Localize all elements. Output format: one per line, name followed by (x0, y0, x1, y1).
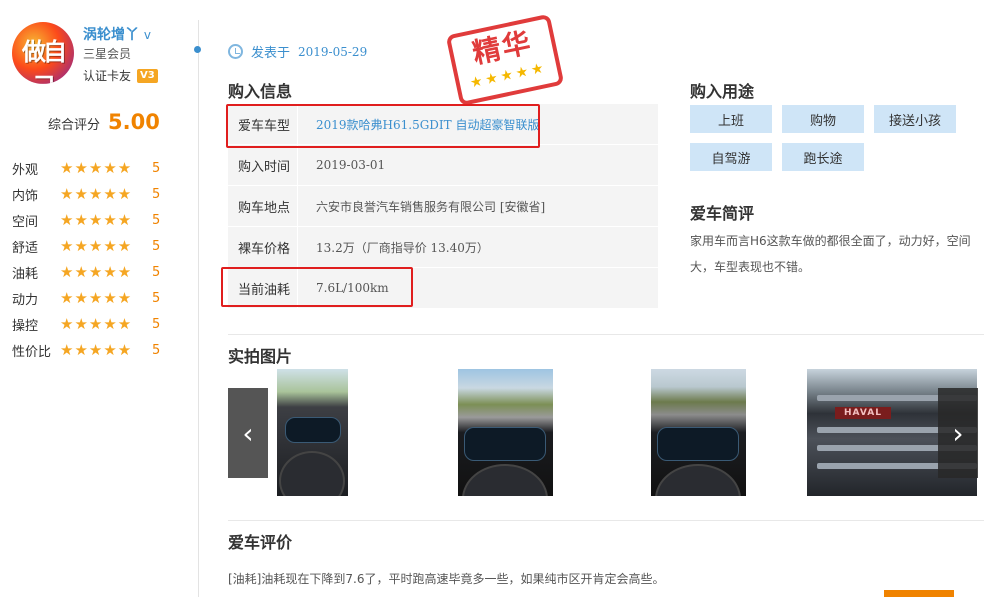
rating-value: 5 (152, 238, 161, 254)
star-icon: ★★★★★ (60, 315, 133, 333)
avatar-text: 做自己 (22, 37, 67, 84)
rating-value: 5 (152, 212, 161, 228)
purpose-tag: 跑长途 (782, 143, 864, 171)
rating-value: 5 (152, 290, 161, 306)
user-verify: 认证卡友 V3 (83, 67, 158, 84)
evaluation-title: 爱车评价 (228, 533, 293, 552)
dashboard-shape (285, 417, 341, 443)
verify-badge: V3 (137, 68, 158, 83)
user-name-suffix: v (143, 28, 151, 42)
user-level: 三星会员 (83, 47, 132, 61)
info-key: 裸车价格 (228, 227, 298, 267)
post-date-value: 2019-05-29 (298, 44, 368, 59)
star-icon: ★★★★★ (60, 263, 133, 281)
rating-label: 空间 (12, 214, 39, 230)
rating-value: 5 (152, 316, 161, 332)
evaluation-comment: [油耗]油耗现在下降到7.6了，平时跑高速毕竟多一些，如果纯市区开肯定会高些。 (228, 572, 665, 586)
user-name: 涡轮增丫 (83, 27, 139, 43)
rating-value: 5 (152, 160, 161, 176)
highlight-box (221, 267, 413, 307)
info-row-date: 购入时间 2019-03-01 (228, 145, 658, 186)
rating-row: 外观 ★★★★★ 5 (12, 155, 172, 181)
rating-row: 舒适 ★★★★★ 5 (12, 233, 172, 259)
timeline-divider (198, 20, 199, 597)
info-value: 六安市良誉汽车销售服务有限公司 [安徽省] (316, 199, 546, 214)
rating-row: 操控 ★★★★★ 5 (12, 311, 172, 337)
dashboard-shape (464, 427, 546, 461)
rating-label: 操控 (12, 318, 39, 334)
rating-label: 内饰 (12, 188, 39, 204)
brief-review-title: 爱车简评 (690, 204, 755, 223)
rating-row: 动力 ★★★★★ 5 (12, 285, 172, 311)
divider (228, 334, 984, 335)
essence-stamp: 精华 ★★★★★ (445, 13, 565, 107)
rating-label: 动力 (12, 292, 39, 308)
rating-value: 5 (152, 264, 161, 280)
photos-title: 实拍图片 (228, 347, 293, 366)
info-row-price: 裸车价格 13.2万（厂商指导价 13.40万） (228, 227, 658, 268)
divider (228, 520, 984, 521)
more-button[interactable] (884, 590, 954, 597)
avatar[interactable]: 做自己 (12, 22, 74, 84)
overall-score-label: 综合评分 (48, 118, 101, 133)
rating-label: 性价比 (12, 344, 52, 360)
star-icon: ★★★★★ (60, 341, 133, 359)
purpose-tag: 购物 (782, 105, 864, 133)
carousel-prev-button[interactable]: ‹ (228, 388, 268, 478)
info-key: 购车地点 (228, 186, 298, 226)
info-row-dealer: 购车地点 六安市良誉汽车销售服务有限公司 [安徽省] (228, 186, 658, 227)
car-photo[interactable] (458, 369, 553, 496)
overall-score: 综合评分 5.00 (48, 110, 160, 134)
verify-label: 认证卡友 (83, 69, 132, 83)
star-icon: ★★★★★ (60, 237, 133, 255)
rating-row: 空间 ★★★★★ 5 (12, 207, 172, 233)
purpose-tag: 自驾游 (690, 143, 772, 171)
purpose-tag: 上班 (690, 105, 772, 133)
chevron-right-icon: › (952, 416, 964, 450)
brief-review-text: 家用车而言H6这款车做的都很全面了，动力好，空间大，车型表现也不错。 (690, 234, 971, 274)
user-name-link[interactable]: 涡轮增丫 v (83, 24, 151, 44)
purpose-tag: 接送小孩 (874, 105, 956, 133)
rating-row: 油耗 ★★★★★ 5 (12, 259, 172, 285)
purchase-info-title: 购入信息 (228, 82, 293, 101)
steering-wheel-shape (279, 451, 345, 496)
rating-row: 性价比 ★★★★★ 5 (12, 337, 172, 363)
highlight-box (226, 104, 540, 148)
steering-wheel-shape (655, 464, 741, 496)
post-date-label: 发表于 (251, 46, 291, 61)
steering-wheel-shape (462, 464, 548, 496)
info-key: 购入时间 (228, 145, 298, 185)
car-photo[interactable] (651, 369, 746, 496)
chevron-left-icon: ‹ (242, 416, 254, 450)
brand-badge: HAVAL (835, 407, 891, 419)
overall-score-value: 5.00 (108, 110, 160, 134)
rating-label: 外观 (12, 162, 39, 178)
timeline-dot (194, 46, 201, 53)
purpose-title: 购入用途 (690, 82, 755, 101)
info-value: 2019-03-01 (316, 158, 386, 172)
rating-list: 外观 ★★★★★ 5 内饰 ★★★★★ 5 空间 ★★★★★ 5 舒适 ★★★★… (12, 155, 172, 363)
dashboard-shape (657, 427, 739, 461)
rating-label: 油耗 (12, 266, 39, 282)
rating-value: 5 (152, 342, 161, 358)
rating-row: 内饰 ★★★★★ 5 (12, 181, 172, 207)
info-value: 13.2万（厂商指导价 13.40万） (316, 240, 489, 255)
star-icon: ★★★★★ (60, 185, 133, 203)
star-icon: ★★★★★ (60, 289, 133, 307)
clock-icon (228, 44, 243, 59)
post-date: 发表于 2019-05-29 (228, 42, 367, 61)
rating-label: 舒适 (12, 240, 39, 256)
car-photo[interactable] (277, 369, 348, 496)
carousel-next-button[interactable]: › (938, 388, 978, 478)
star-icon: ★★★★★ (60, 211, 133, 229)
star-icon: ★★★★★ (60, 159, 133, 177)
rating-value: 5 (152, 186, 161, 202)
